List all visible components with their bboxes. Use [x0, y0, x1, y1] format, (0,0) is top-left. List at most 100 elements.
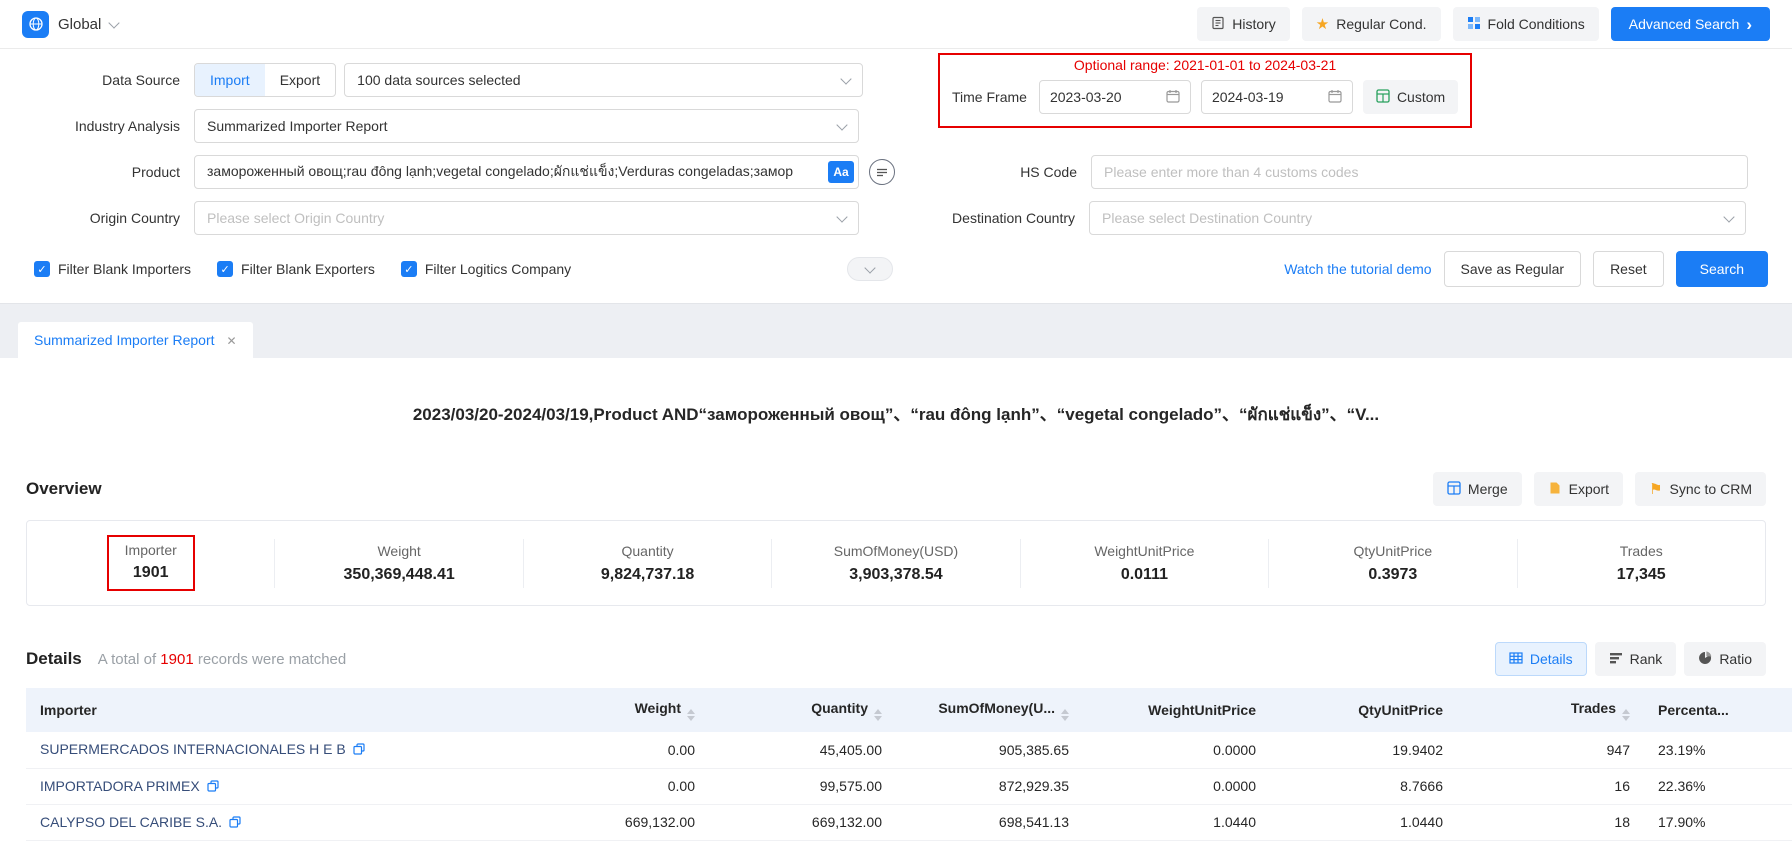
- column-trades[interactable]: Trades: [1457, 688, 1644, 732]
- time-frame-label: Time Frame: [952, 89, 1027, 105]
- sort-icon[interactable]: [687, 709, 695, 721]
- save-as-regular-button[interactable]: Save as Regular: [1444, 251, 1582, 287]
- product-field-wrap: Aa: [194, 155, 859, 189]
- query-title: 2023/03/20-2024/03/19,Product AND“заморо…: [26, 400, 1766, 428]
- import-export-toggle: Import Export: [194, 63, 336, 97]
- regular-conditions-button[interactable]: Regular Cond.: [1302, 7, 1441, 41]
- importer-cell[interactable]: IMPORTADORA PRIMEX: [26, 768, 522, 804]
- custom-range-button[interactable]: Custom: [1363, 80, 1458, 114]
- advanced-search-button[interactable]: Advanced Search: [1611, 7, 1770, 41]
- details-table: Importer Weight Quantity SumOfMoney(U...…: [26, 688, 1792, 841]
- stat-quantity: Quantity 9,824,737.18: [523, 539, 771, 588]
- pie-icon: [1698, 651, 1712, 668]
- start-date-picker[interactable]: 2023-03-20: [1039, 80, 1191, 114]
- star-icon: [1316, 15, 1329, 33]
- sort-icon[interactable]: [1061, 709, 1069, 721]
- stat-importer: Importer 1901: [27, 531, 274, 595]
- sync-to-crm-button[interactable]: Sync to CRM: [1635, 472, 1766, 506]
- export-icon: [1548, 481, 1562, 498]
- table-row: IMPORTADORA PRIMEX 0.00 99,575.00 872,92…: [26, 768, 1792, 804]
- stat-weight-unit-price: WeightUnitPrice 0.0111: [1020, 539, 1268, 588]
- calendar-icon: [1166, 89, 1180, 106]
- column-importer: Importer: [26, 688, 522, 732]
- merge-button[interactable]: Merge: [1433, 472, 1522, 506]
- result-panel: 2023/03/20-2024/03/19,Product AND“заморо…: [0, 400, 1792, 841]
- column-sum-of-money[interactable]: SumOfMoney(U...: [896, 688, 1083, 732]
- table-header-row: Importer Weight Quantity SumOfMoney(U...…: [26, 688, 1792, 732]
- filter-logistics-company-checkbox[interactable]: Filter Logitics Company: [401, 261, 571, 277]
- filter-blank-exporters-checkbox[interactable]: Filter Blank Exporters: [217, 261, 375, 277]
- data-source-label: Data Source: [24, 72, 194, 88]
- overview-stats: Importer 1901 Weight 350,369,448.41 Quan…: [26, 520, 1766, 606]
- fold-icon: [1467, 16, 1481, 33]
- destination-country-select[interactable]: Please select Destination Country: [1089, 201, 1746, 235]
- view-rank-button[interactable]: Rank: [1595, 642, 1677, 676]
- search-form: Optional range: 2021-01-01 to 2024-03-21…: [0, 49, 1792, 303]
- translate-icon[interactable]: Aa: [828, 161, 854, 183]
- industry-analysis-select[interactable]: Summarized Importer Report: [194, 109, 859, 143]
- table-row: CALYPSO DEL CARIBE S.A. 669,132.00 669,1…: [26, 804, 1792, 840]
- reset-button[interactable]: Reset: [1593, 251, 1664, 287]
- column-weight[interactable]: Weight: [522, 688, 709, 732]
- search-button[interactable]: Search: [1676, 251, 1768, 287]
- importer-cell[interactable]: SUPERMERCADOS INTERNACIONALES H E B: [26, 732, 522, 768]
- details-title: Details: [26, 649, 82, 669]
- origin-country-select[interactable]: Please select Origin Country: [194, 201, 859, 235]
- overview-actions: Merge Export Sync to CRM: [1433, 472, 1766, 506]
- importer-cell[interactable]: CALYPSO DEL CARIBE S.A.: [26, 804, 522, 840]
- copy-icon[interactable]: [353, 742, 365, 758]
- export-button[interactable]: Export: [1534, 472, 1623, 506]
- view-details-button[interactable]: Details: [1495, 642, 1587, 676]
- fold-conditions-button[interactable]: Fold Conditions: [1453, 7, 1599, 41]
- product-input[interactable]: [194, 155, 859, 189]
- globe-icon: [22, 11, 49, 38]
- view-switcher: Details Rank Ratio: [1495, 642, 1766, 676]
- column-percentage: Percenta...: [1644, 688, 1792, 732]
- checkbox-checked-icon: [34, 261, 50, 277]
- tutorial-demo-link[interactable]: Watch the tutorial demo: [1284, 261, 1431, 277]
- chevron-down-icon: [836, 211, 847, 222]
- checkbox-checked-icon: [401, 261, 417, 277]
- origin-country-label: Origin Country: [24, 210, 194, 226]
- tab-summarized-importer-report[interactable]: Summarized Importer Report: [18, 322, 253, 358]
- stat-trades: Trades 17,345: [1517, 539, 1765, 588]
- sort-icon[interactable]: [1622, 709, 1630, 721]
- column-qty-unit-price: QtyUnitPrice: [1270, 688, 1457, 732]
- overview-title: Overview: [26, 479, 102, 499]
- export-toggle[interactable]: Export: [265, 64, 335, 96]
- column-quantity[interactable]: Quantity: [709, 688, 896, 732]
- end-date-picker[interactable]: 2024-03-19: [1201, 80, 1353, 114]
- region-selector[interactable]: Global: [22, 11, 118, 38]
- history-button[interactable]: History: [1197, 7, 1290, 41]
- data-sources-select[interactable]: 100 data sources selected: [344, 63, 863, 97]
- calendar-icon: [1328, 89, 1342, 106]
- stat-weight: Weight 350,369,448.41: [274, 539, 522, 588]
- hs-code-input[interactable]: [1091, 155, 1748, 189]
- copy-icon[interactable]: [207, 779, 219, 795]
- chevron-down-icon: [109, 17, 120, 28]
- chevron-down-icon: [1723, 211, 1734, 222]
- stat-sum-of-money: SumOfMoney(USD) 3,903,378.54: [771, 539, 1019, 588]
- filter-blank-importers-checkbox[interactable]: Filter Blank Importers: [34, 261, 191, 277]
- annotation-importer-count: Importer 1901: [107, 535, 195, 591]
- grid-icon: [1509, 651, 1523, 668]
- industry-analysis-label: Industry Analysis: [24, 118, 194, 134]
- sort-icon[interactable]: [874, 709, 882, 721]
- import-toggle[interactable]: Import: [195, 64, 265, 96]
- details-table-wrap: Importer Weight Quantity SumOfMoney(U...…: [26, 688, 1766, 841]
- chevron-right-icon: [1746, 16, 1752, 33]
- destination-country-label: Destination Country: [859, 210, 1089, 226]
- checkbox-checked-icon: [217, 261, 233, 277]
- custom-grid-icon: [1376, 89, 1390, 106]
- stat-qty-unit-price: QtyUnitPrice 0.3973: [1268, 539, 1516, 588]
- chevron-down-icon: [864, 262, 875, 273]
- collapse-form-button[interactable]: [847, 257, 893, 281]
- form-actions: Watch the tutorial demo Save as Regular …: [1284, 251, 1768, 287]
- annotation-time-frame: Optional range: 2021-01-01 to 2024-03-21…: [938, 53, 1472, 128]
- top-bar: Global History Regular Cond. Fold Condit…: [0, 0, 1792, 49]
- close-icon[interactable]: [227, 332, 237, 348]
- copy-icon[interactable]: [229, 815, 241, 831]
- column-weight-unit-price: WeightUnitPrice: [1083, 688, 1270, 732]
- multi-language-icon[interactable]: [869, 159, 895, 185]
- view-ratio-button[interactable]: Ratio: [1684, 642, 1766, 676]
